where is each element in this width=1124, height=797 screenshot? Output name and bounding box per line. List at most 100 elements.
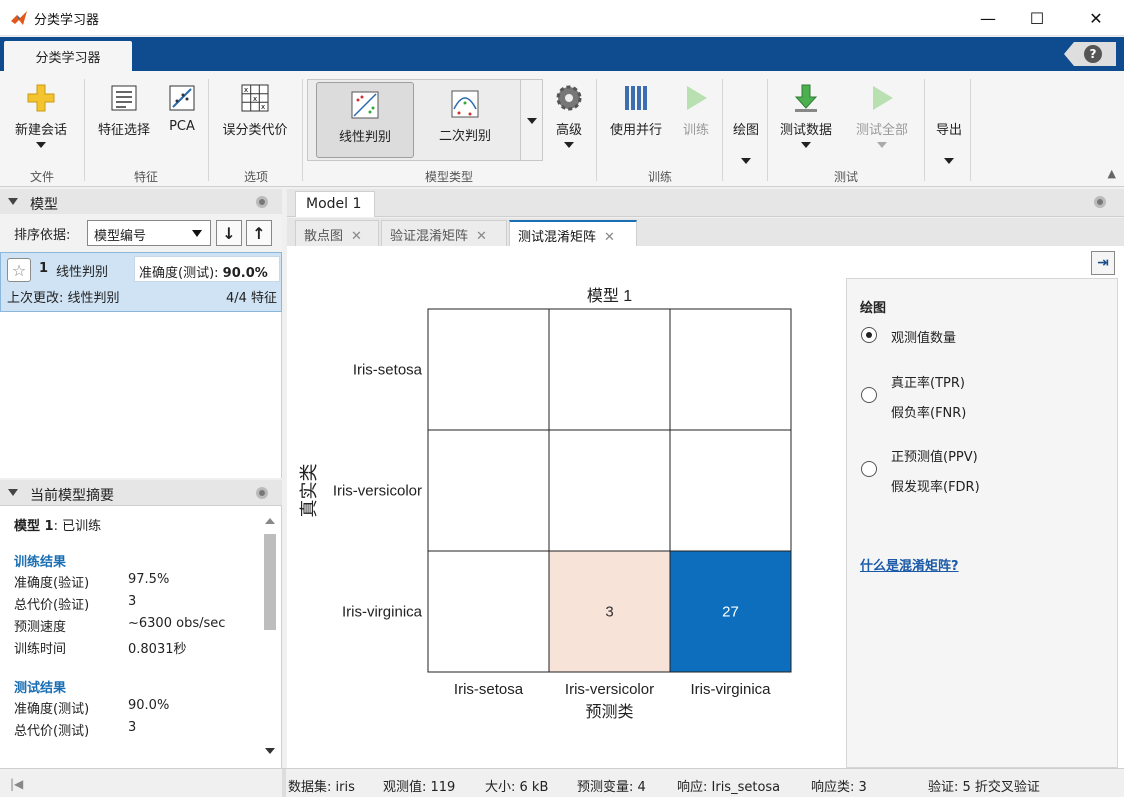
panel-options-icon[interactable] — [1094, 196, 1106, 208]
help-button[interactable]: ? — [1064, 42, 1116, 66]
download-arrow-icon — [794, 84, 818, 112]
radio-observation-count[interactable] — [861, 327, 877, 343]
summary-row: 训练时间 0.8031秒 — [14, 642, 187, 657]
document-tab-strip: Model 1 — [287, 189, 1124, 217]
svg-text:x: x — [253, 95, 257, 103]
parallel-icon — [625, 86, 647, 110]
close-icon[interactable]: ✕ — [476, 229, 487, 244]
advanced-button[interactable]: 高级 — [548, 77, 590, 148]
use-parallel-button[interactable]: 使用并行 — [602, 77, 670, 138]
new-session-button[interactable]: 新建会话 — [8, 77, 74, 148]
scroll-down-icon[interactable] — [265, 748, 275, 754]
plot-options-panel: 绘图 观测值数量 真正率(TPR) 假负率(FNR) 正预测值(PPV) 假发现… — [846, 278, 1118, 768]
summary-panel-header[interactable]: 当前模型摘要 — [0, 480, 282, 506]
tab-classification-learner[interactable]: 分类学习器 — [4, 41, 132, 71]
models-panel-header[interactable]: 模型 — [0, 189, 282, 215]
arrow-down-icon: ↓ — [222, 223, 236, 243]
dock-panel-button[interactable]: ⇥ — [1091, 251, 1115, 275]
summary-row: 总代价(验证) 3 — [14, 594, 137, 613]
model-type-gallery: 线性判别 二次判别 — [307, 79, 543, 161]
chevron-down-icon — [527, 118, 537, 124]
play-icon — [687, 86, 707, 110]
matrix-cell — [427, 429, 550, 552]
scroll-up-icon[interactable] — [265, 518, 275, 524]
chevron-down-icon — [564, 142, 574, 148]
x-axis-label: 预测类 — [585, 703, 633, 721]
chart-title: 模型 1 — [587, 287, 632, 305]
chevron-down-icon — [944, 158, 954, 164]
section-label-file: 文件 — [29, 170, 54, 184]
y-axis-label: 真实类 — [299, 464, 319, 518]
splitter[interactable] — [282, 769, 286, 797]
linear-discriminant-button[interactable]: 线性判别 — [316, 82, 414, 158]
list-icon — [111, 85, 137, 111]
close-window-button[interactable]: ✕ — [1073, 0, 1119, 36]
test-all-button[interactable]: 测试全部 — [846, 77, 918, 148]
sort-descending-button[interactable]: ↓ — [216, 220, 242, 246]
chevron-down-icon — [8, 198, 18, 205]
pca-button[interactable]: PCA — [162, 77, 202, 134]
x-tick-label: Iris-setosa — [454, 681, 524, 698]
section-label-model-type: 模型类型 — [424, 170, 473, 184]
tab-test-confusion-matrix[interactable]: 测试混淆矩阵 ✕ — [509, 220, 637, 246]
arrow-up-icon: ↑ — [252, 223, 266, 243]
chevron-down-icon — [192, 230, 202, 237]
matrix-cell — [548, 308, 671, 431]
arrow-right-bar-icon: ⇥ — [1097, 255, 1109, 271]
matrix-cell — [548, 429, 671, 552]
matrix-cell — [427, 550, 550, 673]
confusion-matrix-chart: 3 27 模型 1 Iris-setosa Iris-versicolor Iris-vi… — [299, 287, 792, 721]
test-data-button[interactable]: 测试数据 — [772, 77, 840, 148]
tab-scatter-plot[interactable]: 散点图 ✕ — [295, 220, 379, 246]
close-icon[interactable]: ✕ — [351, 229, 362, 244]
quadratic-discriminant-button[interactable]: 二次判别 — [416, 82, 514, 158]
plot-button[interactable]: 绘图 — [728, 77, 764, 164]
maximize-button[interactable]: ☐ — [1014, 0, 1060, 36]
plot-options-title: 绘图 — [860, 301, 887, 316]
model-summary: 模型 1: 已训练 训练结果 准确度(验证) 97.5% 总代价(验证) 3 预测速… — [0, 506, 282, 768]
radio-ppv-fdr[interactable] — [861, 461, 877, 477]
matrix-cell — [669, 429, 792, 552]
matrix-cell — [427, 308, 550, 431]
gallery-expand-button[interactable] — [520, 80, 542, 160]
plot-tab-strip: 散点图 ✕ 验证混淆矩阵 ✕ 测试混淆矩阵 ✕ — [287, 218, 1124, 246]
tab-validation-confusion-matrix[interactable]: 验证混淆矩阵 ✕ — [381, 220, 507, 246]
summary-scrollbar[interactable] — [262, 516, 278, 756]
section-label-test: 测试 — [833, 170, 858, 184]
cell-value-label: 3 — [605, 604, 613, 621]
plus-icon — [27, 84, 55, 112]
section-label-feature: 特征 — [133, 170, 158, 184]
star-icon[interactable]: ☆ — [7, 258, 31, 282]
svg-text:x: x — [244, 86, 248, 94]
y-tick-label: Iris-virginica — [342, 604, 423, 621]
plot-content: 3 27 模型 1 Iris-setosa Iris-versicolor Iris-vi… — [287, 246, 1124, 768]
export-button[interactable]: 导出 — [928, 77, 970, 164]
model-list: ☆ 1 线性判别 准确度(测试): 90.0% 上次更改: 线性判别 4/4 特… — [0, 252, 282, 478]
minimize-button[interactable]: — — [965, 0, 1011, 36]
scroll-thumb[interactable] — [264, 534, 276, 630]
sort-row: 排序依据: 模型编号 ↓ ↑ — [0, 214, 282, 252]
close-icon[interactable]: ✕ — [604, 230, 615, 245]
model-list-item[interactable]: ☆ 1 线性判别 准确度(测试): 90.0% 上次更改: 线性判别 4/4 特… — [0, 252, 282, 312]
scroll-left-icon[interactable]: |◀ — [10, 777, 23, 791]
matrix-cell — [669, 308, 792, 431]
confusion-matrix-help-link[interactable]: 什么是混淆矩阵? — [860, 555, 959, 574]
window-title: 分类学习器 — [34, 13, 100, 28]
pca-icon — [169, 85, 195, 111]
sort-select[interactable]: 模型编号 — [87, 220, 211, 246]
radio-tpr-fnr[interactable] — [861, 387, 877, 403]
training-results-header: 训练结果 — [14, 555, 67, 570]
collapse-ribbon-icon[interactable]: ▲ — [1108, 167, 1116, 180]
tab-model-1[interactable]: Model 1 — [295, 191, 375, 217]
cell-value-label: 27 — [722, 604, 739, 621]
feature-selection-button[interactable]: 特征选择 — [90, 77, 158, 138]
sort-ascending-button[interactable]: ↑ — [246, 220, 272, 246]
misclassification-cost-button[interactable]: xxx 误分类代价 — [214, 77, 296, 138]
gear-icon — [556, 85, 582, 111]
help-icon: ? — [1084, 45, 1102, 63]
chevron-down-icon — [877, 142, 887, 148]
y-tick-label: Iris-setosa — [353, 362, 423, 379]
train-button[interactable]: 训练 — [674, 77, 718, 138]
panel-options-icon[interactable] — [256, 196, 268, 208]
panel-options-icon[interactable] — [256, 487, 268, 499]
